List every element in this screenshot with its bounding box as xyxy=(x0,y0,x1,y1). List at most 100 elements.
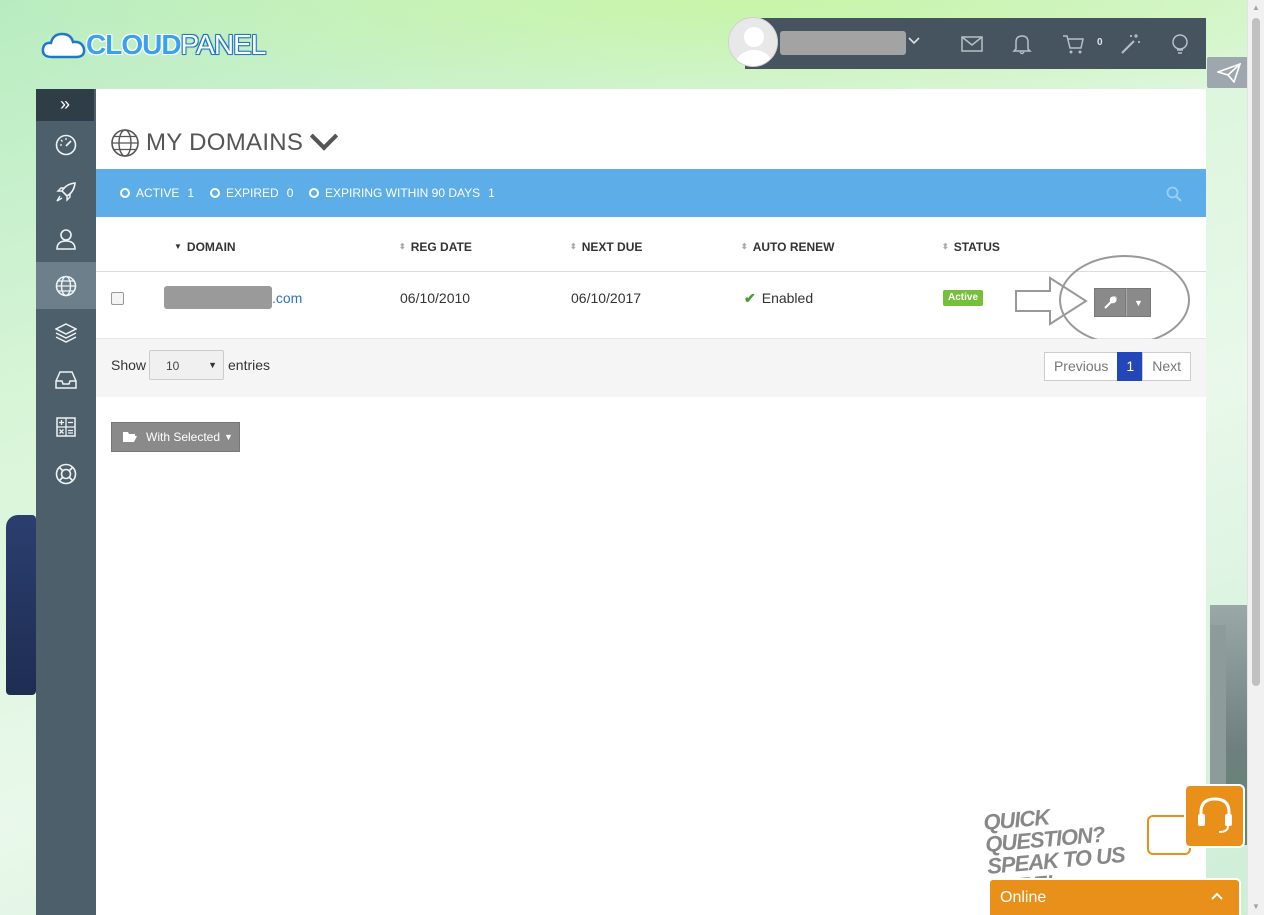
magic-wand-icon[interactable] xyxy=(1118,32,1142,56)
sidebar-item-support[interactable] xyxy=(36,450,96,497)
sidebar-item-domains[interactable] xyxy=(36,262,96,309)
check-icon: ✔ xyxy=(744,290,756,306)
inbox-icon xyxy=(55,370,77,389)
filter-count: 1 xyxy=(187,186,195,200)
globe-icon xyxy=(111,129,139,157)
pagination: Previous 1 Next xyxy=(1043,352,1191,381)
sort-desc-icon: ▼ xyxy=(174,242,182,251)
cart-icon[interactable] xyxy=(1061,32,1085,56)
chevron-down-icon[interactable] xyxy=(907,32,921,50)
filter-expired[interactable]: EXPIRED 0 xyxy=(210,186,293,200)
logo-text: CLOUDPANEL xyxy=(86,29,266,60)
folder-open-icon xyxy=(123,432,137,442)
filter-label: EXPIRED xyxy=(226,186,279,200)
sidebar-item-dashboard[interactable] xyxy=(36,121,96,168)
mail-icon[interactable] xyxy=(960,32,984,56)
filter-label: EXPIRING WITHIN 90 DAYS xyxy=(325,186,481,200)
column-header-reg-date[interactable]: ⬍ REG DATE xyxy=(399,240,472,254)
logo[interactable]: CLOUDPANEL xyxy=(40,28,266,62)
avatar-silhouette-icon xyxy=(729,18,777,66)
with-selected-button[interactable]: With Selected ▼ xyxy=(111,422,240,452)
filter-label: ACTIVE xyxy=(136,186,180,200)
user-avatar[interactable] xyxy=(728,17,778,67)
manage-domain-dropdown-button[interactable]: ▼ xyxy=(1126,288,1151,317)
filter-count: 0 xyxy=(286,186,294,200)
sidebar-item-account[interactable] xyxy=(36,215,96,262)
top-bar: 0 xyxy=(728,17,1206,69)
sidebar-item-billing[interactable] xyxy=(36,403,96,450)
entries-select[interactable]: 10 ▼ xyxy=(149,350,224,380)
username-redacted[interactable] xyxy=(780,31,906,55)
table-header: ▼ DOMAIN ⬍ REG DATE ⬍ NEXT DUE ⬍ AUTO RENEW … xyxy=(96,217,1206,272)
cloud-icon xyxy=(41,32,86,59)
status-badge: Active xyxy=(943,290,984,306)
send-message-button[interactable] xyxy=(1207,57,1251,88)
dashboard-icon xyxy=(55,134,77,155)
filter-expiring[interactable]: EXPIRING WITHIN 90 DAYS 1 xyxy=(309,186,495,200)
filter-count: 1 xyxy=(488,186,495,200)
table-footer: Show 10 ▼ entries Previous 1 Next xyxy=(96,339,1206,397)
scroll-down-arrow-icon[interactable]: ▼ xyxy=(1248,899,1264,915)
entries-label: entries xyxy=(228,357,271,373)
page-title[interactable]: MY DOMAINS xyxy=(110,127,339,159)
reg-date: 06/10/2010 xyxy=(400,290,471,306)
calculator-icon xyxy=(56,416,76,437)
radio-icon[interactable] xyxy=(210,188,220,198)
user-icon xyxy=(56,228,76,250)
background-figure xyxy=(6,515,36,695)
sort-icon: ⬍ xyxy=(741,242,748,251)
column-header-domain[interactable]: ▼ DOMAIN xyxy=(174,240,236,254)
scrollbar[interactable]: ▲ ▼ xyxy=(1247,0,1264,915)
double-chevron-right-icon: » xyxy=(59,94,70,114)
domain-name-redacted[interactable] xyxy=(164,286,272,309)
headset-icon[interactable] xyxy=(1184,784,1245,848)
column-header-status[interactable]: ⬍ STATUS xyxy=(942,240,1000,254)
chat-banner[interactable]: QUICK QUESTION? SPEAK TO US HERE! xyxy=(982,798,1148,900)
layers-icon xyxy=(55,322,77,343)
sidebar: » xyxy=(36,89,96,915)
sidebar-item-inbox[interactable] xyxy=(36,356,96,403)
page-title-text: MY DOMAINS xyxy=(146,129,304,156)
sidebar-toggle-button[interactable]: » xyxy=(36,89,94,121)
manage-domain-button[interactable] xyxy=(1094,288,1126,317)
filter-active[interactable]: ACTIVE 1 xyxy=(120,186,194,200)
caret-down-icon: ▼ xyxy=(208,360,217,370)
column-header-auto-renew[interactable]: ⬍ AUTO RENEW xyxy=(741,240,834,254)
chat-status-bar[interactable]: Online xyxy=(988,878,1241,915)
search-icon[interactable] xyxy=(1166,186,1182,202)
show-label: Show xyxy=(111,357,147,373)
auto-renew: ✔ Enabled xyxy=(744,290,814,306)
domain-link[interactable]: .com xyxy=(272,290,302,306)
previous-page-button[interactable]: Previous xyxy=(1043,352,1119,381)
globe-icon xyxy=(55,275,77,296)
main-panel: MY DOMAINS ACTIVE 1 EXPIRED 0 EXPIRING W… xyxy=(96,89,1206,915)
wrench-icon xyxy=(1104,296,1117,309)
next-page-button[interactable]: Next xyxy=(1142,352,1191,381)
scroll-thumb[interactable] xyxy=(1252,18,1260,686)
entries-value: 10 xyxy=(166,359,180,373)
radio-icon[interactable] xyxy=(120,188,130,198)
caret-down-icon: ▼ xyxy=(224,432,233,442)
radio-icon[interactable] xyxy=(309,188,319,198)
filter-bar: ACTIVE 1 EXPIRED 0 EXPIRING WITHIN 90 DA… xyxy=(96,169,1206,217)
sort-icon: ⬍ xyxy=(399,242,406,251)
sort-icon: ⬍ xyxy=(570,242,577,251)
scroll-up-arrow-icon[interactable]: ▲ xyxy=(1248,0,1264,16)
cart-count: 0 xyxy=(1097,37,1103,48)
sidebar-item-services[interactable] xyxy=(36,168,96,215)
page-1-button[interactable]: 1 xyxy=(1117,352,1144,381)
rocket-icon xyxy=(56,181,76,202)
lightbulb-icon[interactable] xyxy=(1168,32,1192,56)
next-due: 06/10/2017 xyxy=(571,290,642,306)
sidebar-item-addons[interactable] xyxy=(36,309,96,356)
paper-plane-icon xyxy=(1217,62,1241,83)
caret-down-icon: ▼ xyxy=(1134,297,1143,308)
chevron-up-icon[interactable] xyxy=(1211,890,1223,904)
chat-status-label: Online xyxy=(1000,889,1047,906)
row-checkbox[interactable] xyxy=(111,292,124,305)
chevron-down-icon[interactable] xyxy=(309,127,339,160)
column-header-next-due[interactable]: ⬍ NEXT DUE xyxy=(570,240,642,254)
lifebuoy-icon xyxy=(55,463,77,484)
bell-icon[interactable] xyxy=(1010,32,1034,56)
with-selected-label: With Selected xyxy=(146,430,221,444)
